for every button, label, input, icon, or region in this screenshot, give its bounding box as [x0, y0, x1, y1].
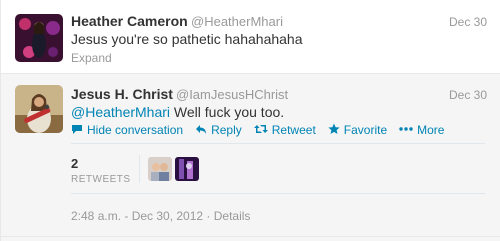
hide-conversation-button[interactable]: Hide conversation: [71, 123, 183, 137]
details-link[interactable]: Details: [214, 209, 251, 223]
divider: [71, 193, 485, 194]
tweet-text: @HeatherMhari Well fuck you too.: [71, 104, 284, 120]
display-name[interactable]: Heather Cameron: [71, 13, 188, 29]
tweet-heather[interactable]: Heather Cameron @HeatherMhari Dec 30 Jes…: [1, 0, 500, 74]
more-button[interactable]: More: [399, 123, 444, 137]
avatar[interactable]: [15, 14, 63, 62]
retweet-button[interactable]: Retweet: [253, 123, 316, 137]
retweet-count[interactable]: 2: [71, 156, 78, 171]
tweet-text: Jesus you're so pathetic hahahahaha: [71, 31, 303, 47]
retweet-count-label: RETWEETS: [71, 174, 131, 185]
tweet-body: Well fuck you too.: [170, 104, 285, 120]
retweeter-avatar[interactable]: [175, 157, 199, 181]
retweet-icon: [253, 123, 268, 137]
tweet-time[interactable]: Dec 30: [449, 15, 487, 29]
stats-divider: [139, 155, 140, 183]
favorite-label: Favorite: [343, 123, 388, 137]
conversation-icon: [71, 123, 83, 137]
stream-bottom-border: [1, 236, 500, 237]
display-name[interactable]: Jesus H. Christ: [71, 86, 173, 102]
tweet-jesus[interactable]: Jesus H. Christ @IamJesusHChrist Dec 30 …: [1, 74, 500, 241]
more-dots-icon: [399, 123, 413, 137]
retweeter-avatar[interactable]: [148, 157, 172, 181]
tweet-actions: Hide conversation Reply Retweet Favorite: [71, 123, 456, 137]
full-timestamp: 2:48 a.m. - Dec 30, 2012: [71, 209, 204, 223]
tweet-meta: 2:48 a.m. - Dec 30, 2012 · Details: [71, 209, 251, 223]
hide-conversation-label: Hide conversation: [87, 123, 184, 137]
divider: [71, 143, 485, 144]
tweet-time[interactable]: Dec 30: [449, 88, 487, 102]
mention-link[interactable]: @HeatherMhari: [71, 104, 170, 120]
retweet-label: Retweet: [271, 123, 316, 137]
avatar[interactable]: [15, 85, 63, 133]
reply-button[interactable]: Reply: [195, 123, 242, 137]
username[interactable]: @IamJesusHChrist: [176, 87, 288, 102]
expand-link[interactable]: Expand: [71, 51, 112, 65]
reply-icon: [195, 123, 207, 137]
tweet-stream: Heather Cameron @HeatherMhari Dec 30 Jes…: [0, 0, 500, 241]
username[interactable]: @HeatherMhari: [191, 14, 283, 29]
reply-label: Reply: [211, 123, 242, 137]
star-icon: [328, 123, 340, 137]
favorite-button[interactable]: Favorite: [328, 123, 387, 137]
more-label: More: [417, 123, 445, 137]
